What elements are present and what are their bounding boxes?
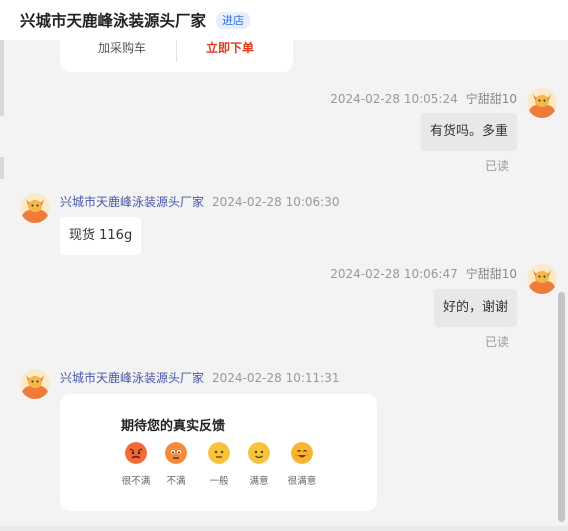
message-time: 2024-02-28 10:06:30 xyxy=(212,195,340,209)
grin-face-icon xyxy=(291,442,313,464)
shop-avatar[interactable] xyxy=(20,193,50,223)
feedback-option-label: 不满 xyxy=(166,476,186,487)
sender-name: 兴城市天鹿峰泳装源头厂家 xyxy=(60,371,205,385)
avatar-icon xyxy=(20,193,50,223)
feedback-option-satisfied[interactable]: 满意 xyxy=(237,442,281,487)
chat-header: 兴城市天鹿峰泳装源头厂家 进店 xyxy=(0,0,568,40)
feedback-option-label: 很满意 xyxy=(287,476,317,487)
message-bubble[interactable]: 现货 116g xyxy=(60,217,142,255)
feedback-option-neutral[interactable]: 一般 xyxy=(197,442,241,487)
feedback-card: 期待您的真实反馈 很不满 不满 一般 满意 很满意 xyxy=(60,394,377,511)
buy-now-button[interactable]: 立即下单 xyxy=(206,39,254,56)
read-status: 已读 xyxy=(484,335,509,349)
feedback-option-very-unsatisfied[interactable]: 很不满 xyxy=(114,442,158,487)
avatar-icon xyxy=(20,369,50,399)
feedback-option-label: 很不满 xyxy=(121,476,151,487)
message-time: 2024-02-28 10:11:31 xyxy=(212,371,340,385)
message-bubble[interactable]: 有货吗。多重 xyxy=(420,113,517,151)
user-avatar[interactable] xyxy=(527,264,557,294)
angry-face-icon xyxy=(125,442,147,464)
sender-name: 宁甜甜10 xyxy=(465,267,517,281)
smile-face-icon xyxy=(248,442,270,464)
message-time: 2024-02-28 10:05:24 xyxy=(330,92,458,106)
feedback-option-unsatisfied[interactable]: 不满 xyxy=(154,442,198,487)
enter-store-button[interactable]: 进店 xyxy=(216,11,251,29)
message-meta: 2024-02-28 10:05:24 宁甜甜10 xyxy=(330,90,517,107)
message-time: 2024-02-28 10:06:47 xyxy=(330,267,458,281)
avatar-icon xyxy=(527,264,557,294)
sender-name: 宁甜甜10 xyxy=(465,92,517,106)
chat-scrollbar[interactable] xyxy=(558,292,565,522)
message-bubble[interactable]: 好的，谢谢 xyxy=(433,289,517,327)
message-meta: 兴城市天鹿峰泳装源头厂家 2024-02-28 10:06:30 xyxy=(60,193,339,210)
add-to-cart-button[interactable]: 加采购车 xyxy=(98,39,146,56)
shop-avatar[interactable] xyxy=(20,369,50,399)
message-meta: 兴城市天鹿峰泳装源头厂家 2024-02-28 10:11:31 xyxy=(60,369,339,386)
feedback-option-very-satisfied[interactable]: 很满意 xyxy=(280,442,324,487)
neutral-face-icon xyxy=(208,442,230,464)
read-status: 已读 xyxy=(484,159,509,173)
feedback-option-label: 一般 xyxy=(209,476,229,487)
feedback-option-label: 满意 xyxy=(249,476,269,487)
user-avatar[interactable] xyxy=(527,88,557,118)
avatar-icon xyxy=(527,88,557,118)
message-meta: 2024-02-28 10:06:47 宁甜甜10 xyxy=(330,265,517,282)
feedback-title: 期待您的真实反馈 xyxy=(121,419,226,434)
left-edge-bar xyxy=(0,157,4,179)
bottom-divider xyxy=(0,526,568,531)
unhappy-face-icon xyxy=(165,442,187,464)
left-edge-bar xyxy=(0,40,4,116)
sender-name: 兴城市天鹿峰泳装源头厂家 xyxy=(60,195,205,209)
shop-title: 兴城市天鹿峰泳装源头厂家 xyxy=(20,12,207,30)
